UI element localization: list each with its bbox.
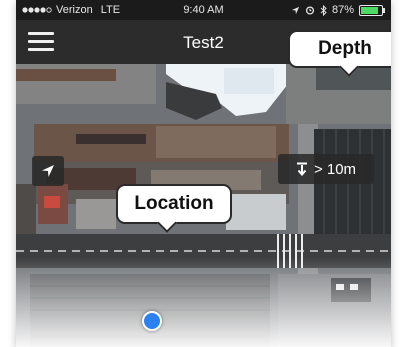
status-right-group: 87%: [291, 4, 385, 16]
location-arrow-icon: [291, 6, 300, 14]
location-callout: Location: [116, 184, 232, 224]
battery-icon: [359, 4, 385, 16]
battery-fill: [361, 6, 378, 14]
depth-arrow-down-icon: [296, 162, 307, 176]
alarm-icon: [305, 6, 315, 15]
depth-filter-button[interactable]: > 10m: [278, 154, 374, 184]
status-bar: Verizon LTE 9:40 AM 87%: [16, 0, 391, 20]
location-arrow-icon: [42, 165, 54, 177]
battery-percent: 87%: [331, 4, 354, 16]
bluetooth-icon: [320, 4, 327, 16]
locate-me-button[interactable]: [32, 156, 64, 186]
phone-screen: Verizon LTE 9:40 AM 87% Test2 > 10m Dept…: [16, 0, 391, 347]
depth-callout: Depth: [288, 30, 391, 68]
depth-filter-label: > 10m: [313, 160, 357, 178]
current-location-dot[interactable]: [142, 311, 162, 331]
